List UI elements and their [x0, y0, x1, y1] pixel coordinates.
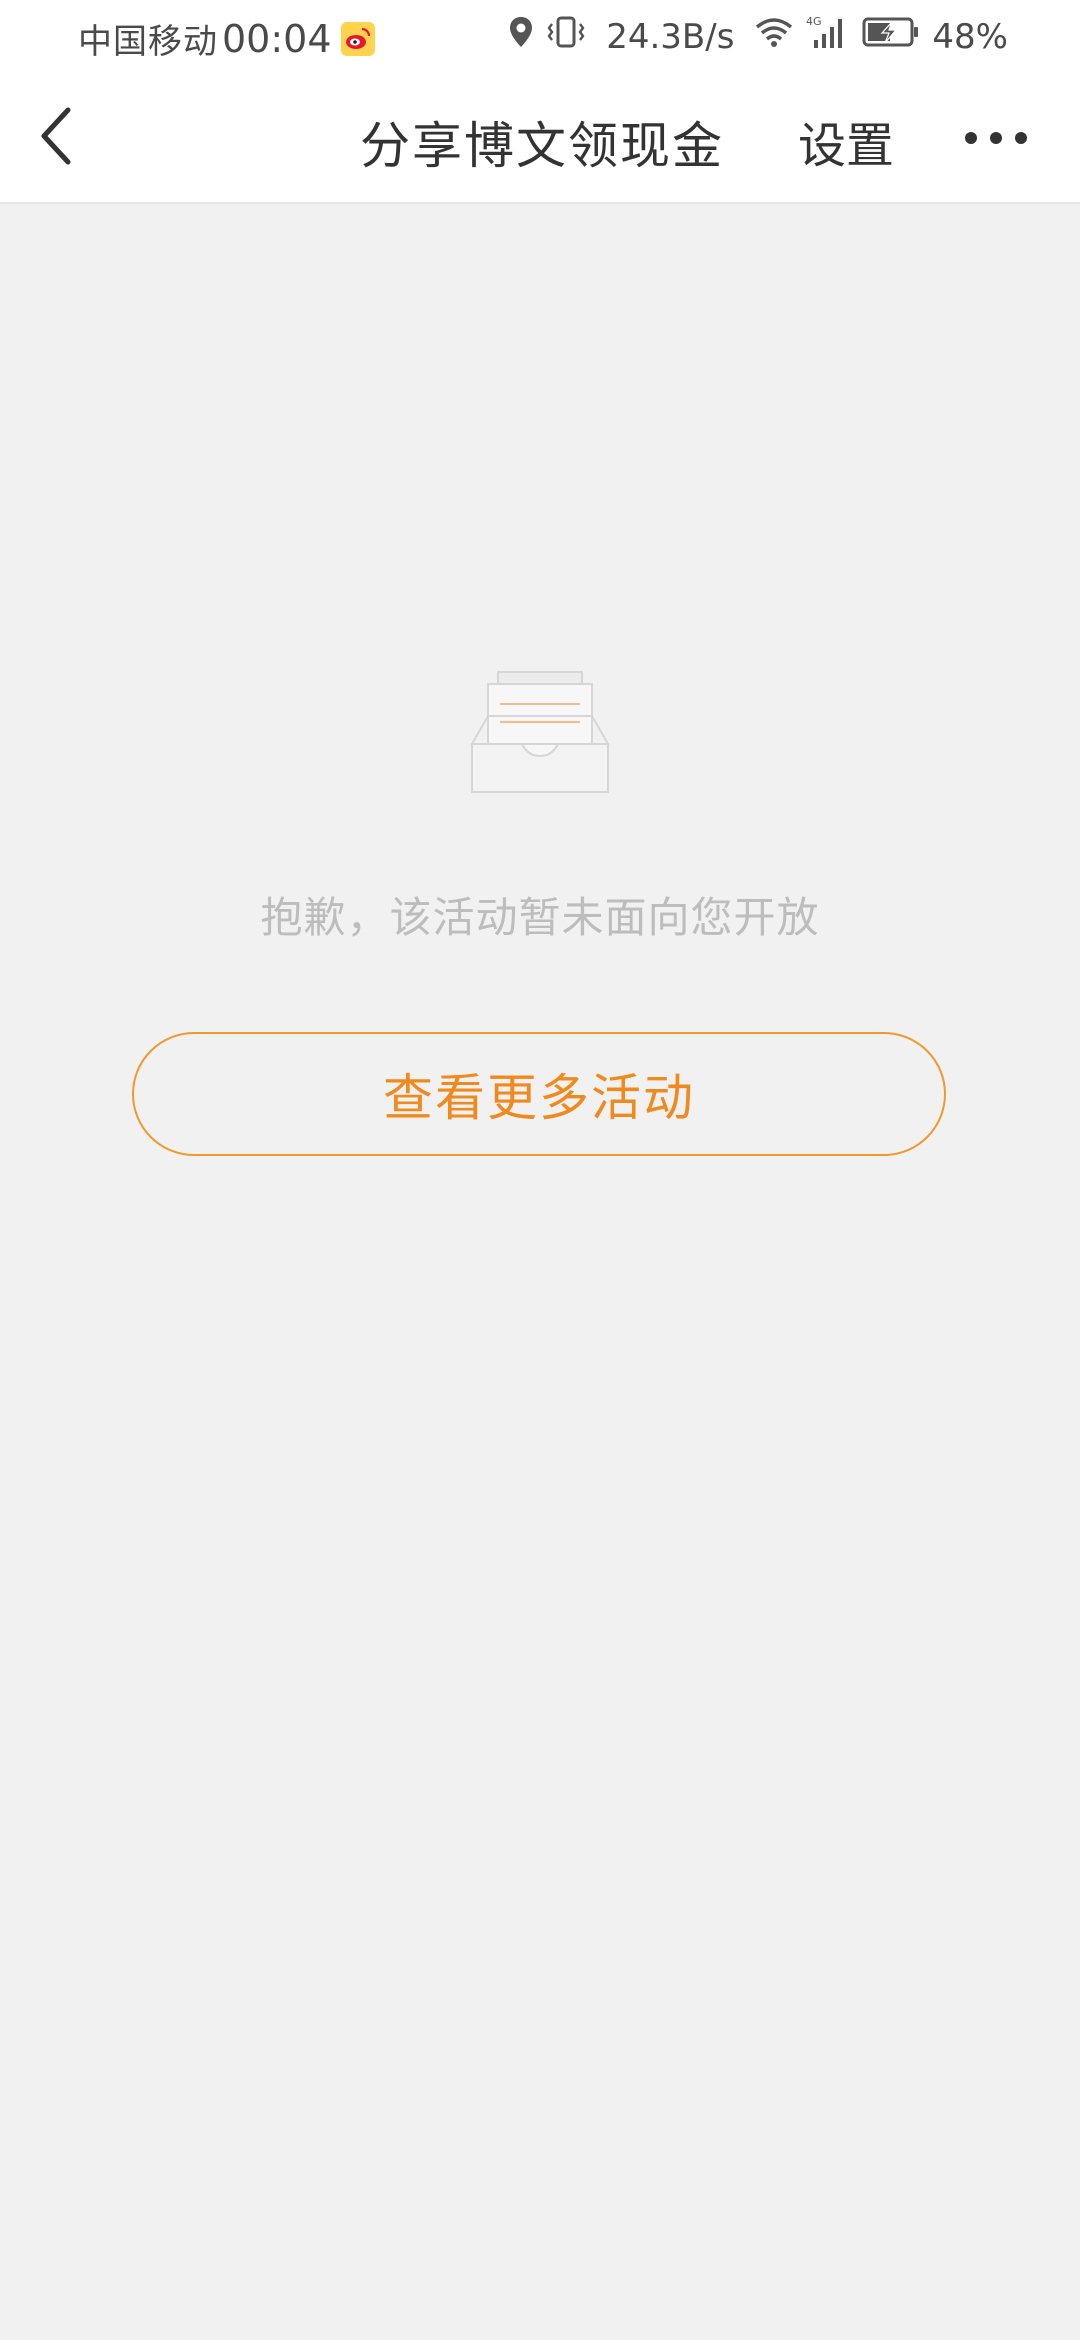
more-horizontal-icon [965, 132, 1027, 144]
status-bar-left: 中国移动 00:04 [78, 14, 376, 63]
status-bar: 中国移动 00:04 24.3B/s 4G 48% [0, 0, 1080, 72]
page-title: 分享博文领现金 [360, 117, 724, 175]
vibrate-icon [546, 15, 586, 58]
carrier-name: 中国移动 [78, 22, 218, 62]
view-more-activities-button[interactable]: 查看更多活动 [132, 1032, 946, 1156]
status-bar-right: 24.3B/s 4G 48% [508, 14, 1008, 59]
more-button[interactable] [960, 124, 1032, 152]
nav-bar: 分享博文领现金 设置 [0, 72, 1080, 204]
battery-percent: 48% [932, 16, 1008, 57]
wifi-icon [754, 15, 794, 58]
weibo-icon [340, 21, 376, 57]
network-type-label: 4G [806, 15, 822, 28]
back-button[interactable] [24, 100, 96, 172]
clock: 00:04 [222, 16, 332, 61]
empty-state-message: 抱歉，该活动暂未面向您开放 [260, 893, 820, 942]
empty-inbox-icon [470, 668, 610, 794]
chevron-left-icon [41, 107, 71, 165]
net-speed: 24.3B/s [606, 16, 735, 57]
location-icon [508, 15, 534, 58]
signal-icon: 4G [806, 14, 850, 59]
settings-button[interactable]: 设置 [798, 106, 894, 176]
battery-charging-icon [862, 16, 920, 57]
